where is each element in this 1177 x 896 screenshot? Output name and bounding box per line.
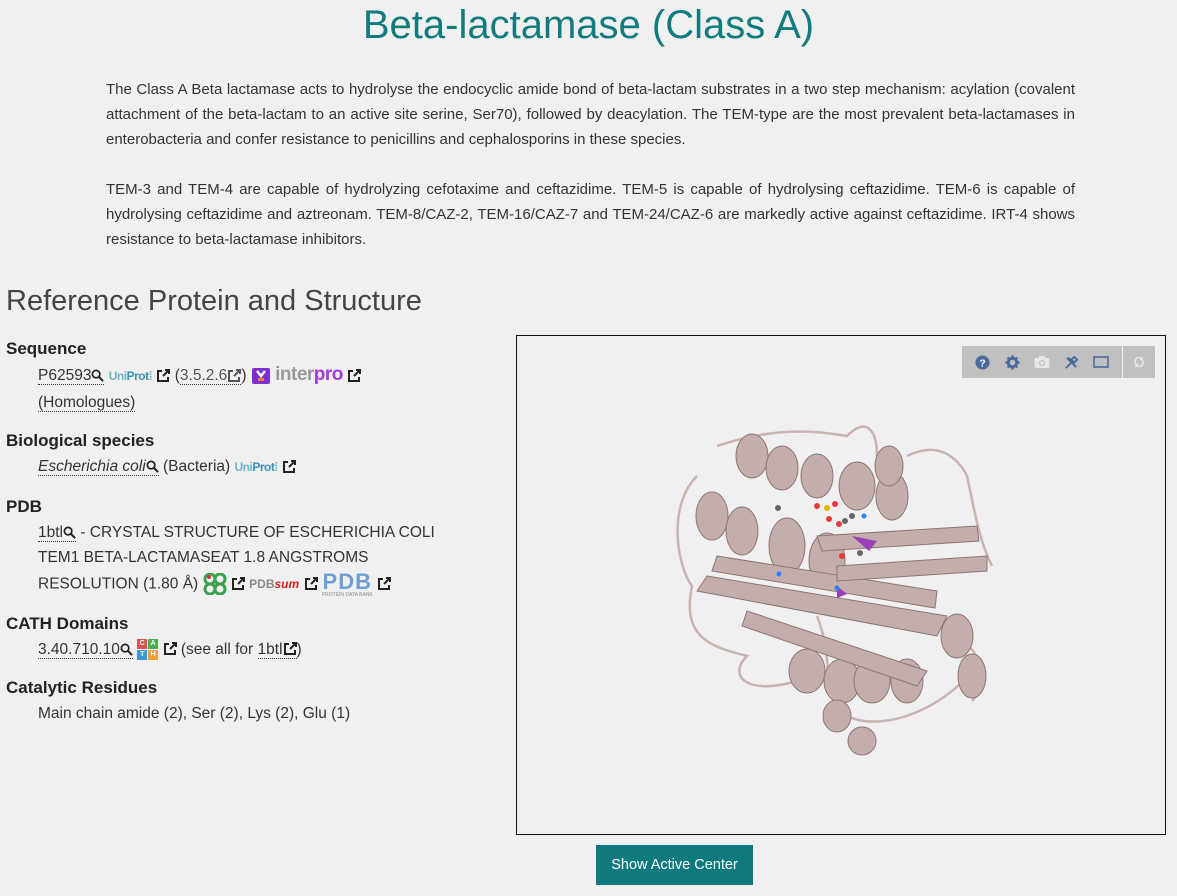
cath-line: 3.40.710.10 C A T H (see all for 1btl): [38, 637, 506, 663]
cath-logo-c: C: [137, 638, 148, 649]
external-link-icon: [228, 368, 242, 382]
protein-structure-render: [676, 425, 994, 756]
pdb-id-link[interactable]: 1btl: [38, 523, 76, 542]
sequence-line: P62593 UniProt⁞ (3.5.2.6) interpro (Homo…: [38, 362, 506, 415]
species-line: Escherichia coli (Bacteria) UniProt⁞: [38, 454, 506, 481]
external-link-icon[interactable]: [304, 577, 318, 591]
cath-group: CATH Domains 3.40.710.10 C A T H (see al…: [6, 611, 506, 663]
ec-number-link[interactable]: 3.5.2.6: [179, 367, 242, 385]
sequence-heading: Sequence: [6, 339, 87, 358]
cath-see-all-prefix: (see all for: [180, 640, 254, 658]
interpro-logo-b: pro: [313, 364, 344, 385]
external-link-icon[interactable]: [377, 577, 392, 591]
cath-logo-h: H: [148, 649, 159, 660]
uniprot-logo-b: Prot: [126, 369, 150, 383]
search-icon: [92, 369, 105, 383]
cath-logo-a: A: [148, 638, 159, 649]
uniprot-id-link[interactable]: P62593: [38, 367, 105, 385]
pdb-group: PDB 1btl - CRYSTAL STRUCTURE OF ESCHERIC…: [6, 494, 506, 598]
pdbsum-logo-a: PDB: [249, 576, 275, 591]
cath-heading: CATH Domains: [6, 613, 129, 633]
external-link-icon[interactable]: [156, 368, 171, 383]
species-group: Biological species Escherichia coli (Bac…: [6, 428, 506, 481]
cath-domain-link[interactable]: 3.40.710.10: [38, 640, 133, 659]
uniprot-logo-a: Uni: [234, 460, 253, 474]
species-name: Escherichia coli: [38, 458, 146, 475]
sequence-group: Sequence P62593 UniProt⁞ (3.5.2.6) inter…: [6, 336, 506, 415]
section-title: Reference Protein and Structure: [6, 285, 422, 317]
external-link-icon[interactable]: [231, 577, 245, 591]
cath-logo-icon[interactable]: C A T H: [137, 638, 159, 660]
external-link-icon[interactable]: [282, 459, 297, 474]
search-icon: [63, 526, 76, 539]
homologues-link[interactable]: (Homologues): [38, 393, 136, 412]
cath-logo-t: T: [137, 649, 148, 660]
ec-number-text: 3.5.2.6: [179, 367, 228, 384]
pdb-id-text: 1btl: [38, 523, 63, 541]
external-link-icon[interactable]: [347, 368, 362, 383]
pdbsum-logo-b: sum: [274, 576, 300, 591]
cath-see-all-link[interactable]: 1btl: [257, 640, 297, 659]
interpro-logo[interactable]: interpro: [275, 364, 343, 385]
uniprot-logo[interactable]: UniProt⁞: [234, 460, 279, 474]
cath-see-all-id: 1btl: [257, 640, 283, 658]
ec-close-paren: ): [241, 367, 247, 384]
pdb-line: 1btl - CRYSTAL STRUCTURE OF ESCHERICHIA …: [38, 520, 468, 598]
structure-viewer[interactable]: ?: [516, 335, 1166, 835]
cath-domain-text: 3.40.710.10: [38, 640, 120, 658]
catalytic-group: Catalytic Residues Main chain amide (2),…: [6, 675, 506, 727]
search-icon: [146, 460, 159, 474]
interpro-logo-icon[interactable]: [251, 366, 271, 386]
uniprot-logo-a: Uni: [108, 369, 127, 383]
pdb-heading: PDB: [6, 496, 42, 516]
uniprot-logo[interactable]: UniProt⁞: [108, 369, 153, 383]
page-title: Beta-lactamase (Class A): [362, 3, 815, 47]
interpro-logo-a: inter: [275, 364, 314, 385]
rcsb-pdb-logo[interactable]: PDB PROTEIN DATA BANK: [321, 568, 373, 598]
rcsb-logo-subtext: PROTEIN DATA BANK: [321, 591, 373, 598]
pdbe-logo-icon[interactable]: [203, 573, 227, 595]
species-heading: Biological species: [6, 431, 155, 450]
cath-see-all-suffix: ): [296, 640, 302, 658]
description-paragraph-2: TEM-3 and TEM-4 are capable of hydrolyzi…: [106, 181, 1075, 248]
description-paragraph-1: The Class A Beta lactamase acts to hydro…: [106, 81, 1075, 148]
catalytic-heading: Catalytic Residues: [6, 678, 158, 697]
uniprot-logo-b: Prot: [252, 460, 275, 474]
uniprot-id-text: P62593: [38, 367, 92, 384]
rcsb-logo-text: PDB: [322, 568, 372, 594]
species-kingdom: (Bacteria): [163, 458, 231, 475]
search-icon: [120, 643, 133, 656]
pdbsum-logo[interactable]: PDBsum: [249, 576, 299, 590]
reference-info-panel: Sequence P62593 UniProt⁞ (3.5.2.6) inter…: [6, 336, 506, 740]
show-active-center-button[interactable]: Show Active Center: [596, 845, 753, 885]
external-link-icon[interactable]: [163, 642, 177, 656]
external-link-icon: [283, 642, 297, 656]
species-link[interactable]: Escherichia coli: [38, 458, 159, 476]
catalytic-residues: Main chain amide (2), Ser (2), Lys (2), …: [38, 705, 351, 722]
